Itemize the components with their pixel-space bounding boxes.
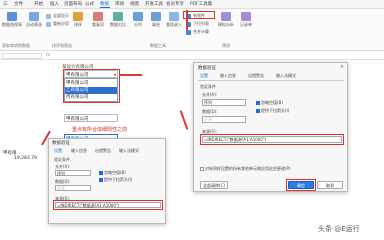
lookup-entry-button[interactable]: 查找录入	[164, 12, 184, 28]
tab-input-message[interactable]: 输入信息	[220, 73, 236, 79]
fill-icon	[151, 12, 161, 21]
reapply-icon	[46, 21, 51, 27]
pivot-table-icon	[7, 12, 17, 21]
tab-member[interactable]: 会员专享	[166, 1, 184, 7]
text-to-columns-button[interactable]: 分列	[128, 12, 148, 28]
filter-icon	[29, 12, 39, 21]
formula-bar[interactable]: fx	[0, 52, 384, 60]
tab-page-layout[interactable]: 页面布局	[64, 1, 82, 7]
name-box[interactable]	[2, 53, 42, 59]
allow-select[interactable]: 序列	[55, 170, 91, 176]
group-data-tools: 数据工具	[150, 43, 166, 48]
data-label: 数据(D):	[202, 109, 218, 114]
ignore-blank-checkbox[interactable]: 忽略空值(B)	[99, 170, 126, 176]
tab-input-method[interactable]: 输入法模式	[119, 148, 139, 154]
consolidate-icon	[186, 29, 191, 35]
amount-cell[interactable]: 19,283.79	[14, 156, 37, 161]
tab-formulas[interactable]: 公式	[85, 1, 94, 7]
record-form-icon	[241, 12, 251, 21]
dialog-title: 数据验证	[198, 66, 216, 71]
tab-settings[interactable]: 设置	[200, 73, 208, 79]
tab-input-method[interactable]: 输入法模式	[276, 73, 296, 79]
ribbon-toolbar: 数据透视表 自动筛选 全部显示 重新应用 排序 重复项 数据对比 分列 填充 查…	[0, 9, 384, 51]
arrow-annotation	[186, 10, 188, 30]
data-validation-dialog-small: 数据验证 设置 输入信息 出错警告 输入法模式 验证条件 允许(A): 序列 数…	[48, 138, 166, 224]
fill-button[interactable]: 填充	[146, 12, 166, 28]
record-form-button[interactable]: 记录单	[236, 12, 256, 28]
banner-text: 重点有所合体细则性之前	[72, 127, 128, 133]
checkbox-empty-icon	[200, 167, 204, 171]
data-compare-button[interactable]: 数据对比	[108, 12, 128, 28]
what-if-button[interactable]: 模拟分析	[216, 12, 236, 28]
tab-divider	[198, 80, 344, 81]
auto-filter-button[interactable]: 自动筛选	[24, 12, 44, 28]
show-all-button[interactable]: 全部显示	[46, 13, 69, 19]
source-highlight	[200, 134, 344, 145]
allow-select[interactable]: 序列	[202, 99, 246, 106]
reapply-button[interactable]: 重新应用	[46, 21, 69, 27]
what-if-icon	[221, 12, 231, 21]
tab-developer[interactable]: 开发工具	[145, 1, 163, 7]
tab-pdf[interactable]: PDF工具集	[190, 1, 212, 7]
sort-icon	[73, 12, 83, 21]
allow-label: 允许(A):	[202, 92, 218, 97]
dropdown-list-button[interactable]: 下拉列表	[186, 21, 209, 27]
show-all-icon	[46, 13, 51, 19]
clear-all-button[interactable]: 全部清除(C)	[200, 181, 228, 189]
duplicates-icon	[93, 12, 103, 21]
consolidate-button[interactable]: 合并计算	[186, 29, 209, 35]
checkbox-checked-icon	[99, 171, 103, 175]
title-cell[interactable]: 甲有限公司	[64, 114, 118, 122]
ribbon-tab-bar: 三 文件 开始 插入 页面布局 公式 数据 审阅 视图 开发工具 会员专享 PD…	[0, 0, 384, 9]
dropdown-highlight	[63, 69, 120, 103]
group-forecast: 预测	[222, 43, 230, 48]
active-tab-underline	[100, 7, 110, 8]
apply-all-checkbox[interactable]: 对有同样设置的所有其他单元格应用这些更改(P)	[200, 166, 291, 172]
tab-settings[interactable]: 设置	[54, 148, 62, 154]
tab-input-message[interactable]: 输入信息	[71, 148, 87, 154]
sort-button[interactable]: 排序	[68, 12, 88, 28]
tab-home[interactable]: 开始	[34, 1, 43, 7]
tab-review[interactable]: 审阅	[115, 1, 124, 7]
group-get-data: 获取和转换数据	[2, 43, 30, 48]
close-icon[interactable]: ×	[340, 64, 344, 70]
fx-icon: fx	[46, 53, 51, 58]
source-highlight	[53, 200, 163, 210]
checkbox-checked-icon	[99, 178, 103, 182]
data-validation-dialog: 数据验证 × 设置 输入信息 出错警告 输入法模式 验证条件 允许(A): 序列…	[193, 62, 348, 192]
lookup-icon	[169, 12, 179, 21]
section-title: 验证条件	[200, 84, 216, 89]
section-title: 验证条件	[54, 157, 70, 162]
tab-file[interactable]: 文件	[14, 1, 23, 7]
pivot-table-button[interactable]: 数据透视表	[2, 12, 22, 28]
watermark-text: 头条 @E运行	[318, 225, 360, 233]
ignore-blank-checkbox[interactable]: 忽略空值(B)	[256, 100, 283, 106]
tab-insert[interactable]: 插入	[50, 1, 59, 7]
tab-error-alert[interactable]: 出错警告	[95, 148, 111, 154]
group-sort-filter: 排序和筛选	[52, 43, 72, 48]
dropdown-arrow-checkbox[interactable]: 提供下拉箭头(I)	[99, 177, 132, 183]
data-select[interactable]: 介于	[55, 185, 91, 191]
arrow-annotation	[120, 74, 142, 76]
dialog-title: 数据验证	[52, 141, 70, 146]
split-icon	[133, 12, 143, 21]
menu-icon[interactable]: 三	[3, 1, 8, 7]
tab-view[interactable]: 视图	[130, 1, 139, 7]
checkbox-checked-icon	[256, 109, 260, 113]
duplicates-button[interactable]: 重复项	[88, 12, 108, 28]
cancel-button[interactable]: 取消	[317, 181, 343, 189]
data-select[interactable]: 介于	[202, 116, 246, 123]
ok-highlight	[286, 179, 316, 191]
dropdown-arrow-checkbox[interactable]: 提供下拉箭头(I)	[256, 108, 289, 114]
compare-icon	[113, 12, 123, 21]
tab-error-alert[interactable]: 出错警告	[248, 73, 264, 79]
checkbox-checked-icon	[256, 101, 260, 105]
